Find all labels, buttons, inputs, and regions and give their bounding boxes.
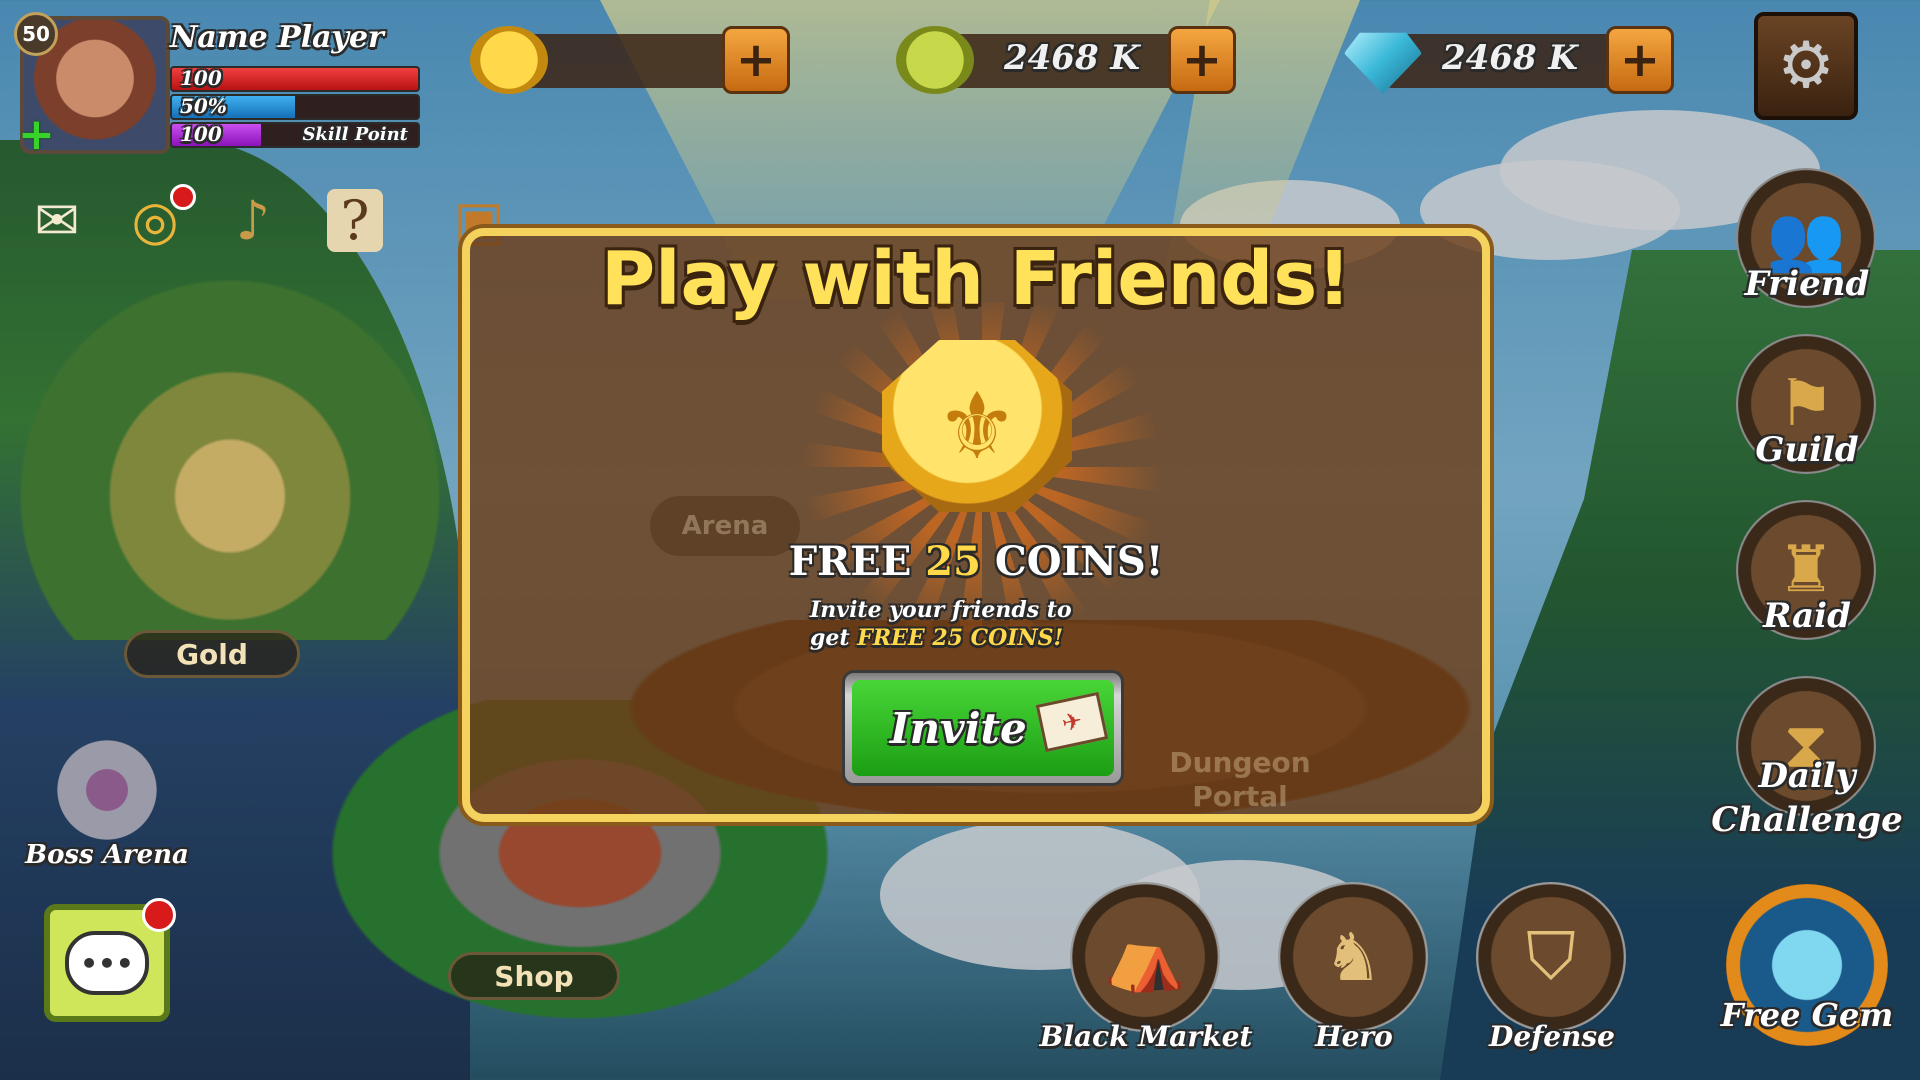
raid-button[interactable]: ♜ Raid [1732,500,1882,650]
gem-value: 2468 K [1441,38,1578,78]
dungeon-label: Dungeon [1169,746,1311,779]
player-name: Name Player [170,20,384,55]
invite-button-label: Invite [890,703,1027,753]
daily-challenge-label: Daily Challenge [1672,754,1920,842]
exp-bar: 50% [170,94,420,120]
level-badge: 50 [14,12,58,56]
invite-button-face[interactable]: Invite ✈ [852,680,1114,776]
invite-button[interactable]: Invite ✈ [842,670,1124,786]
add-food-button[interactable]: + [1168,26,1236,94]
guild-button[interactable]: ⚑ Guild [1732,334,1882,484]
free-prefix: FREE [788,538,912,585]
guild-label: Guild [1755,430,1859,470]
free-coins-heading: FREE 25 COINS! [470,538,1482,585]
invite-line-2-highlight: FREE 25 COINS! [857,625,1064,651]
invite-line-2-prefix: get [810,625,850,651]
invite-line-1: Invite your friends to [810,597,1072,623]
boss-arena-icon [42,740,172,840]
exp-value: 50% [180,94,227,118]
daily-challenge-button[interactable]: ⧗ Daily Challenge [1711,676,1903,840]
notification-dot [170,184,196,210]
daily-label: Daily [1758,756,1856,796]
boss-arena-button[interactable]: Boss Arena [22,720,192,870]
free-suffix: COINS! [994,538,1164,585]
black-market-button[interactable]: ⛺ Black Market [1040,868,1252,1058]
portal-label: Portal [1192,780,1288,813]
free-gem-button[interactable]: Free Gem [1721,884,1893,1054]
shop-label[interactable]: Shop [448,952,620,1000]
quest-button[interactable]: ? [312,180,398,260]
friend-label: Friend [1744,264,1870,304]
free-gem-label: Free Gem [1720,996,1894,1034]
skill-bar: 100 Skill Point [170,122,420,148]
gold-currency: + [470,26,790,94]
add-gold-button[interactable]: + [722,26,790,94]
food-value: 2468 K [1003,38,1140,78]
helmet-icon: ♞ [1278,882,1428,1032]
market-tent-icon: ⛺ [1070,882,1220,1032]
chat-button[interactable]: ••• [44,898,176,1022]
food-icon [896,26,974,94]
spin-wheel-button[interactable]: ◎ [112,180,198,260]
shield-icon: ⛉ [1476,882,1626,1032]
skill-value: 100 [180,122,222,146]
settings-button[interactable]: ⚙ [1754,12,1858,120]
invite-description: Invite your friends to get FREE 25 COINS… [810,596,1170,652]
free-amount: 25 [925,538,981,585]
notification-dot [142,898,176,932]
skill-label: Skill Point [302,124,408,145]
gem-currency: 2468 K + [1344,26,1674,94]
defense-label: Defense [1489,1020,1615,1053]
gear-icon: ⚙ [1777,29,1835,103]
mail-button[interactable]: ✉ [14,180,100,260]
quest-calendar-icon: ? [326,188,384,252]
boss-arena-label: Boss Arena [25,840,189,870]
play-with-friends-dialog: Arena Dungeon Portal Play with Friends! … [462,228,1490,822]
hp-value: 100 [180,66,222,90]
mail-icon: ✉ [34,188,80,252]
hp-bar: 100 [170,66,420,92]
friend-button[interactable]: 👥 Friend [1732,168,1882,318]
add-gem-button[interactable]: + [1606,26,1674,94]
challenge-label: Challenge [1711,800,1903,840]
dungeon-portal-label: Dungeon Portal [1130,746,1350,814]
bell-button[interactable]: ♪ [210,180,296,260]
chat-icon: ••• [65,931,149,995]
gold-label[interactable]: Gold [124,630,300,678]
raid-label: Raid [1763,596,1851,636]
defense-button[interactable]: ⛉ Defense [1462,868,1642,1058]
player-panel[interactable]: 50 + Name Player 100 50% 100 Skill Point [14,12,420,157]
food-currency: 2468 K + [896,26,1236,94]
plus-icon[interactable]: + [18,113,55,157]
bell-icon: ♪ [235,188,271,252]
gold-coin-icon [470,26,548,94]
hero-button[interactable]: ♞ Hero [1264,868,1444,1058]
black-market-label: Black Market [1039,1020,1253,1053]
envelope-icon: ✈ [1035,691,1109,753]
invite-line-2: get FREE 25 COINS! [810,624,1170,652]
